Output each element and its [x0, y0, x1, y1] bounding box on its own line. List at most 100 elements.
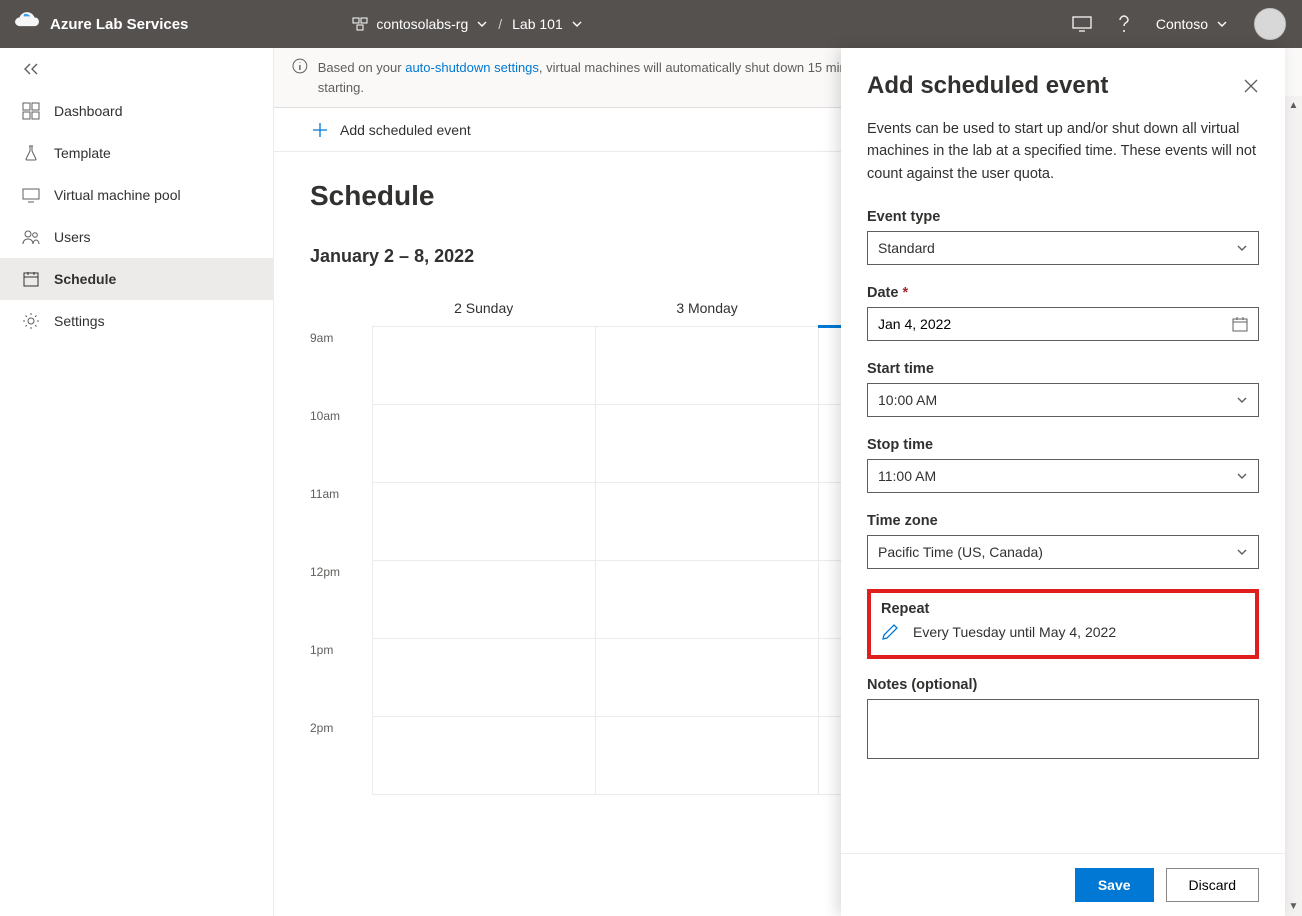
- start-time-value: 10:00 AM: [878, 392, 937, 408]
- collapse-sidebar-button[interactable]: [0, 48, 273, 90]
- stop-time-value: 11:00 AM: [878, 468, 936, 484]
- calendar-day-header[interactable]: 3 Monday: [595, 289, 818, 327]
- info-icon: [292, 58, 308, 74]
- brand-block[interactable]: Azure Lab Services: [0, 11, 202, 37]
- sidebar-item-template[interactable]: Template: [0, 132, 273, 174]
- lab-picker[interactable]: Lab 101: [512, 16, 583, 32]
- sidebar-item-label: Schedule: [54, 271, 116, 287]
- calendar-cell[interactable]: [372, 483, 595, 561]
- calendar-cell[interactable]: [595, 639, 818, 717]
- sidebar-item-label: Template: [54, 145, 111, 161]
- sidebar-item-settings[interactable]: Settings: [0, 300, 273, 342]
- time-label: 11am: [310, 483, 372, 561]
- double-chevron-left-icon: [22, 62, 40, 76]
- add-scheduled-event-button[interactable]: Add scheduled event: [312, 122, 471, 138]
- panel-intro: Events can be used to start up and/or sh…: [867, 118, 1259, 185]
- event-type-select[interactable]: Standard: [867, 231, 1259, 265]
- time-zone-value: Pacific Time (US, Canada): [878, 544, 1043, 560]
- date-label: Date *: [867, 285, 1259, 301]
- date-value[interactable]: [878, 316, 1232, 332]
- event-type-field: Event type Standard: [867, 209, 1259, 265]
- date-input[interactable]: [867, 307, 1259, 341]
- plus-icon: [312, 122, 328, 138]
- flask-icon: [22, 144, 40, 162]
- page-scrollbar[interactable]: ▲ ▼: [1285, 96, 1302, 916]
- calendar-cell[interactable]: [372, 405, 595, 483]
- sidebar-item-users[interactable]: Users: [0, 216, 273, 258]
- panel-body: Events can be used to start up and/or sh…: [841, 118, 1285, 853]
- pencil-icon: [881, 623, 899, 641]
- save-button[interactable]: Save: [1075, 868, 1154, 902]
- required-indicator: *: [902, 285, 908, 301]
- resource-group-picker[interactable]: contosolabs-rg: [352, 16, 488, 32]
- start-time-select[interactable]: 10:00 AM: [867, 383, 1259, 417]
- calendar-cell[interactable]: [595, 717, 818, 795]
- breadcrumb-separator: /: [498, 16, 502, 32]
- sidebar-item-label: Dashboard: [54, 103, 123, 119]
- event-type-label: Event type: [867, 209, 1259, 225]
- account-menu[interactable]: Contoso: [1156, 16, 1228, 32]
- stop-time-select[interactable]: 11:00 AM: [867, 459, 1259, 493]
- sidebar-item-dashboard[interactable]: Dashboard: [0, 90, 273, 132]
- gear-icon: [22, 312, 40, 330]
- breadcrumb: contosolabs-rg / Lab 101: [352, 16, 582, 32]
- time-zone-select[interactable]: Pacific Time (US, Canada): [867, 535, 1259, 569]
- notes-textarea[interactable]: [867, 699, 1259, 759]
- add-event-panel: Add scheduled event Events can be used t…: [841, 48, 1285, 916]
- stop-time-label: Stop time: [867, 437, 1259, 453]
- calendar-icon: [1232, 316, 1248, 332]
- discard-button[interactable]: Discard: [1166, 868, 1259, 902]
- calendar-cell[interactable]: [595, 405, 818, 483]
- time-label: 9am: [310, 327, 372, 405]
- panel-title: Add scheduled event: [867, 72, 1108, 100]
- sidebar-item-vm-pool[interactable]: Virtual machine pool: [0, 174, 273, 216]
- chevron-down-icon: [571, 18, 583, 30]
- sidebar-item-label: Users: [54, 229, 91, 245]
- sidebar: Dashboard Template Virtual machine pool …: [0, 48, 274, 916]
- panel-header: Add scheduled event: [841, 48, 1285, 118]
- time-label: 2pm: [310, 717, 372, 795]
- repeat-edit-button[interactable]: Every Tuesday until May 4, 2022: [881, 623, 1245, 641]
- calendar-cell[interactable]: [372, 327, 595, 405]
- azure-logo-icon: [14, 11, 40, 37]
- scroll-up-icon[interactable]: ▲: [1289, 96, 1299, 115]
- lab-name: Lab 101: [512, 16, 563, 32]
- avatar[interactable]: [1254, 8, 1286, 40]
- sidebar-item-schedule[interactable]: Schedule: [0, 258, 273, 300]
- help-icon[interactable]: [1118, 15, 1130, 33]
- resource-group-icon: [352, 16, 368, 32]
- time-zone-field: Time zone Pacific Time (US, Canada): [867, 513, 1259, 569]
- calendar-cell[interactable]: [372, 561, 595, 639]
- date-field: Date *: [867, 285, 1259, 341]
- repeat-highlight-box: Repeat Every Tuesday until May 4, 2022: [867, 589, 1259, 659]
- calendar-cell[interactable]: [595, 327, 818, 405]
- calendar-cell[interactable]: [595, 483, 818, 561]
- notes-field: Notes (optional): [867, 677, 1259, 759]
- top-bar: Azure Lab Services contosolabs-rg / Lab …: [0, 0, 1302, 48]
- top-right-controls: Contoso: [1072, 8, 1302, 40]
- calendar-cell[interactable]: [372, 639, 595, 717]
- start-time-field: Start time 10:00 AM: [867, 361, 1259, 417]
- panel-footer: Save Discard: [841, 853, 1285, 916]
- repeat-value: Every Tuesday until May 4, 2022: [913, 624, 1116, 640]
- monitor-icon[interactable]: [1072, 16, 1092, 32]
- calendar-cell[interactable]: [372, 717, 595, 795]
- chevron-down-icon: [1216, 18, 1228, 30]
- start-time-label: Start time: [867, 361, 1259, 377]
- time-zone-label: Time zone: [867, 513, 1259, 529]
- time-label: 12pm: [310, 561, 372, 639]
- calendar-icon: [22, 270, 40, 288]
- dashboard-icon: [22, 102, 40, 120]
- add-scheduled-event-label: Add scheduled event: [340, 122, 471, 138]
- sidebar-item-label: Virtual machine pool: [54, 187, 181, 203]
- chevron-down-icon: [1236, 470, 1248, 482]
- users-icon: [22, 228, 40, 246]
- auto-shutdown-link[interactable]: auto-shutdown settings: [405, 60, 539, 75]
- close-icon[interactable]: [1243, 78, 1259, 94]
- chevron-down-icon: [1236, 242, 1248, 254]
- calendar-day-header[interactable]: 2 Sunday: [372, 289, 595, 327]
- stop-time-field: Stop time 11:00 AM: [867, 437, 1259, 493]
- scroll-down-icon[interactable]: ▼: [1289, 897, 1299, 916]
- calendar-cell[interactable]: [595, 561, 818, 639]
- chevron-down-icon: [1236, 546, 1248, 558]
